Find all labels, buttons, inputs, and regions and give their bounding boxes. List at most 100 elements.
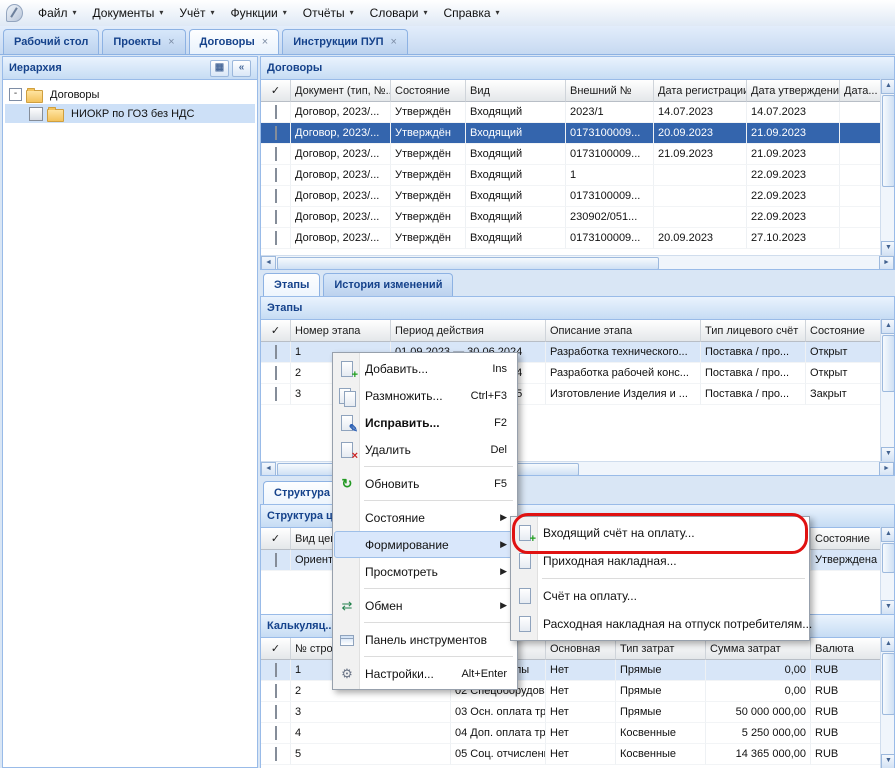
tab-stages[interactable]: Этапы <box>263 273 320 296</box>
cell-checkbox[interactable] <box>261 660 291 681</box>
cell[interactable]: Изготовление Изделия и ... <box>546 384 701 405</box>
cell[interactable]: 0,00 <box>706 660 811 681</box>
cell[interactable]: Входящий <box>466 123 566 144</box>
scroll-left-icon[interactable]: ◄ <box>261 462 276 476</box>
vertical-scrollbar[interactable]: ▲ ▼ <box>880 319 894 462</box>
menu-documents[interactable]: Документы▾ <box>85 2 172 24</box>
cell[interactable]: Договор, 2023/... <box>291 207 391 228</box>
scroll-thumb[interactable] <box>277 257 659 270</box>
contract-row[interactable]: Договор, 2023/...УтверждёнВходящий017310… <box>261 144 881 165</box>
tab-projects[interactable]: Проекты× <box>102 29 185 54</box>
cell[interactable]: Прямые <box>616 702 706 723</box>
cell[interactable]: RUB <box>811 744 881 765</box>
scroll-track[interactable] <box>881 393 894 447</box>
checkbox[interactable] <box>275 663 277 677</box>
cell[interactable]: 0173100009... <box>566 228 654 249</box>
cell[interactable]: Нет <box>546 702 616 723</box>
scroll-track[interactable] <box>881 716 894 754</box>
checkbox[interactable] <box>275 147 277 161</box>
cell[interactable]: Открыт <box>806 363 881 384</box>
cell[interactable]: Прямые <box>616 681 706 702</box>
scroll-thumb[interactable] <box>882 335 895 392</box>
checkbox[interactable] <box>275 705 277 719</box>
vertical-scrollbar[interactable]: ▲ ▼ <box>880 79 894 256</box>
scroll-down-icon[interactable]: ▼ <box>881 754 895 768</box>
column-header-external-no[interactable]: Внешний № <box>566 80 654 102</box>
menu-dictionaries[interactable]: Словари▾ <box>362 2 436 24</box>
column-header-reg-date[interactable]: Дата регистрации <box>654 80 747 102</box>
cell[interactable]: 27.10.2023 <box>747 228 840 249</box>
scroll-right-icon[interactable]: ► <box>879 462 894 476</box>
cell[interactable]: Утверждён <box>391 102 466 123</box>
cell[interactable]: Утверждена <box>811 550 881 571</box>
cell[interactable]: Договор, 2023/... <box>291 165 391 186</box>
cell[interactable] <box>654 165 747 186</box>
cell[interactable]: Договор, 2023/... <box>291 186 391 207</box>
cell[interactable] <box>840 228 881 249</box>
menu-reports[interactable]: Отчёты▾ <box>295 2 362 24</box>
scroll-down-icon[interactable]: ▼ <box>881 241 895 256</box>
scroll-thumb[interactable] <box>882 95 895 187</box>
cell[interactable]: Утверждён <box>391 144 466 165</box>
scroll-down-icon[interactable]: ▼ <box>881 447 895 462</box>
tab-contracts[interactable]: Договоры× <box>189 29 280 54</box>
cell[interactable]: Разработка технического... <box>546 342 701 363</box>
cell[interactable]: Входящий <box>466 102 566 123</box>
cell[interactable]: Разработка рабочей конс... <box>546 363 701 384</box>
menu-item-duplicate[interactable]: Размножить...Ctrl+F3 <box>334 382 516 409</box>
scroll-up-icon[interactable]: ▲ <box>881 637 895 652</box>
menu-item-view[interactable]: Просмотреть▶ <box>334 558 516 585</box>
column-header-kind[interactable]: Вид <box>466 80 566 102</box>
contract-row[interactable]: Договор, 2023/...УтверждёнВходящий122.09… <box>261 165 881 186</box>
cell[interactable]: 21.09.2023 <box>654 144 747 165</box>
checkbox[interactable] <box>275 366 277 380</box>
cell[interactable]: Договор, 2023/... <box>291 144 391 165</box>
cell[interactable] <box>840 123 881 144</box>
column-header-stage-no[interactable]: Номер этапа <box>291 320 391 342</box>
tab-structure[interactable]: Структура <box>263 481 341 504</box>
scroll-left-icon[interactable]: ◄ <box>261 256 276 270</box>
vertical-scrollbar[interactable]: ▲ ▼ <box>880 527 894 615</box>
submenu-item-receipt-note[interactable]: Приходная накладная... <box>512 547 808 575</box>
cell[interactable]: 21.09.2023 <box>747 144 840 165</box>
cell[interactable]: 20.09.2023 <box>654 123 747 144</box>
column-header-description[interactable]: Описание этапа <box>546 320 701 342</box>
calculation-row[interactable]: 404 Доп. оплата трудаНетКосвенные5 250 0… <box>261 723 881 744</box>
checkbox[interactable] <box>275 726 277 740</box>
column-header-currency[interactable]: Валюта <box>811 638 881 660</box>
scroll-down-icon[interactable]: ▼ <box>881 600 895 615</box>
cell[interactable]: Косвенные <box>616 744 706 765</box>
column-header-state[interactable]: Состояние <box>391 80 466 102</box>
menu-item-refresh[interactable]: ↻ОбновитьF5 <box>334 470 516 497</box>
checkbox[interactable] <box>275 345 277 359</box>
contract-row-selected[interactable]: Договор, 2023/...УтверждёнВходящий017310… <box>261 123 881 144</box>
cell-checkbox[interactable] <box>261 363 291 384</box>
cell-checkbox[interactable] <box>261 207 291 228</box>
column-header-cost-type[interactable]: Тип затрат <box>616 638 706 660</box>
close-icon[interactable]: × <box>168 37 174 47</box>
contract-row[interactable]: Договор, 2023/...УтверждёнВходящий2023/1… <box>261 102 881 123</box>
calculation-row[interactable]: 505 Соц. отчисленияНетКосвенные14 365 00… <box>261 744 881 765</box>
cell[interactable]: Закрыт <box>806 384 881 405</box>
menu-file[interactable]: Файл▾ <box>30 2 85 24</box>
contract-row[interactable]: Договор, 2023/...УтверждёнВходящий017310… <box>261 186 881 207</box>
checkbox[interactable] <box>275 168 277 182</box>
checkbox[interactable] <box>29 107 43 121</box>
cell[interactable] <box>840 207 881 228</box>
contract-row[interactable]: Договор, 2023/...УтверждёнВходящий230902… <box>261 207 881 228</box>
cell[interactable]: 14 365 000,00 <box>706 744 811 765</box>
cell-checkbox[interactable] <box>261 723 291 744</box>
column-header-approve-date[interactable]: Дата утверждения <box>747 80 840 102</box>
scroll-track[interactable] <box>579 462 879 475</box>
checkbox[interactable] <box>275 231 277 245</box>
column-header-period[interactable]: Период действия <box>391 320 546 342</box>
cell[interactable] <box>840 186 881 207</box>
cell[interactable]: Договор, 2023/... <box>291 123 391 144</box>
tab-change-history[interactable]: История изменений <box>323 273 453 296</box>
tree-node-contracts[interactable]: - Договоры <box>5 85 255 104</box>
cell[interactable]: Нет <box>546 744 616 765</box>
cell[interactable]: 21.09.2023 <box>747 123 840 144</box>
cell[interactable]: 0173100009... <box>566 123 654 144</box>
cell[interactable]: Нет <box>546 660 616 681</box>
scroll-up-icon[interactable]: ▲ <box>881 79 895 94</box>
